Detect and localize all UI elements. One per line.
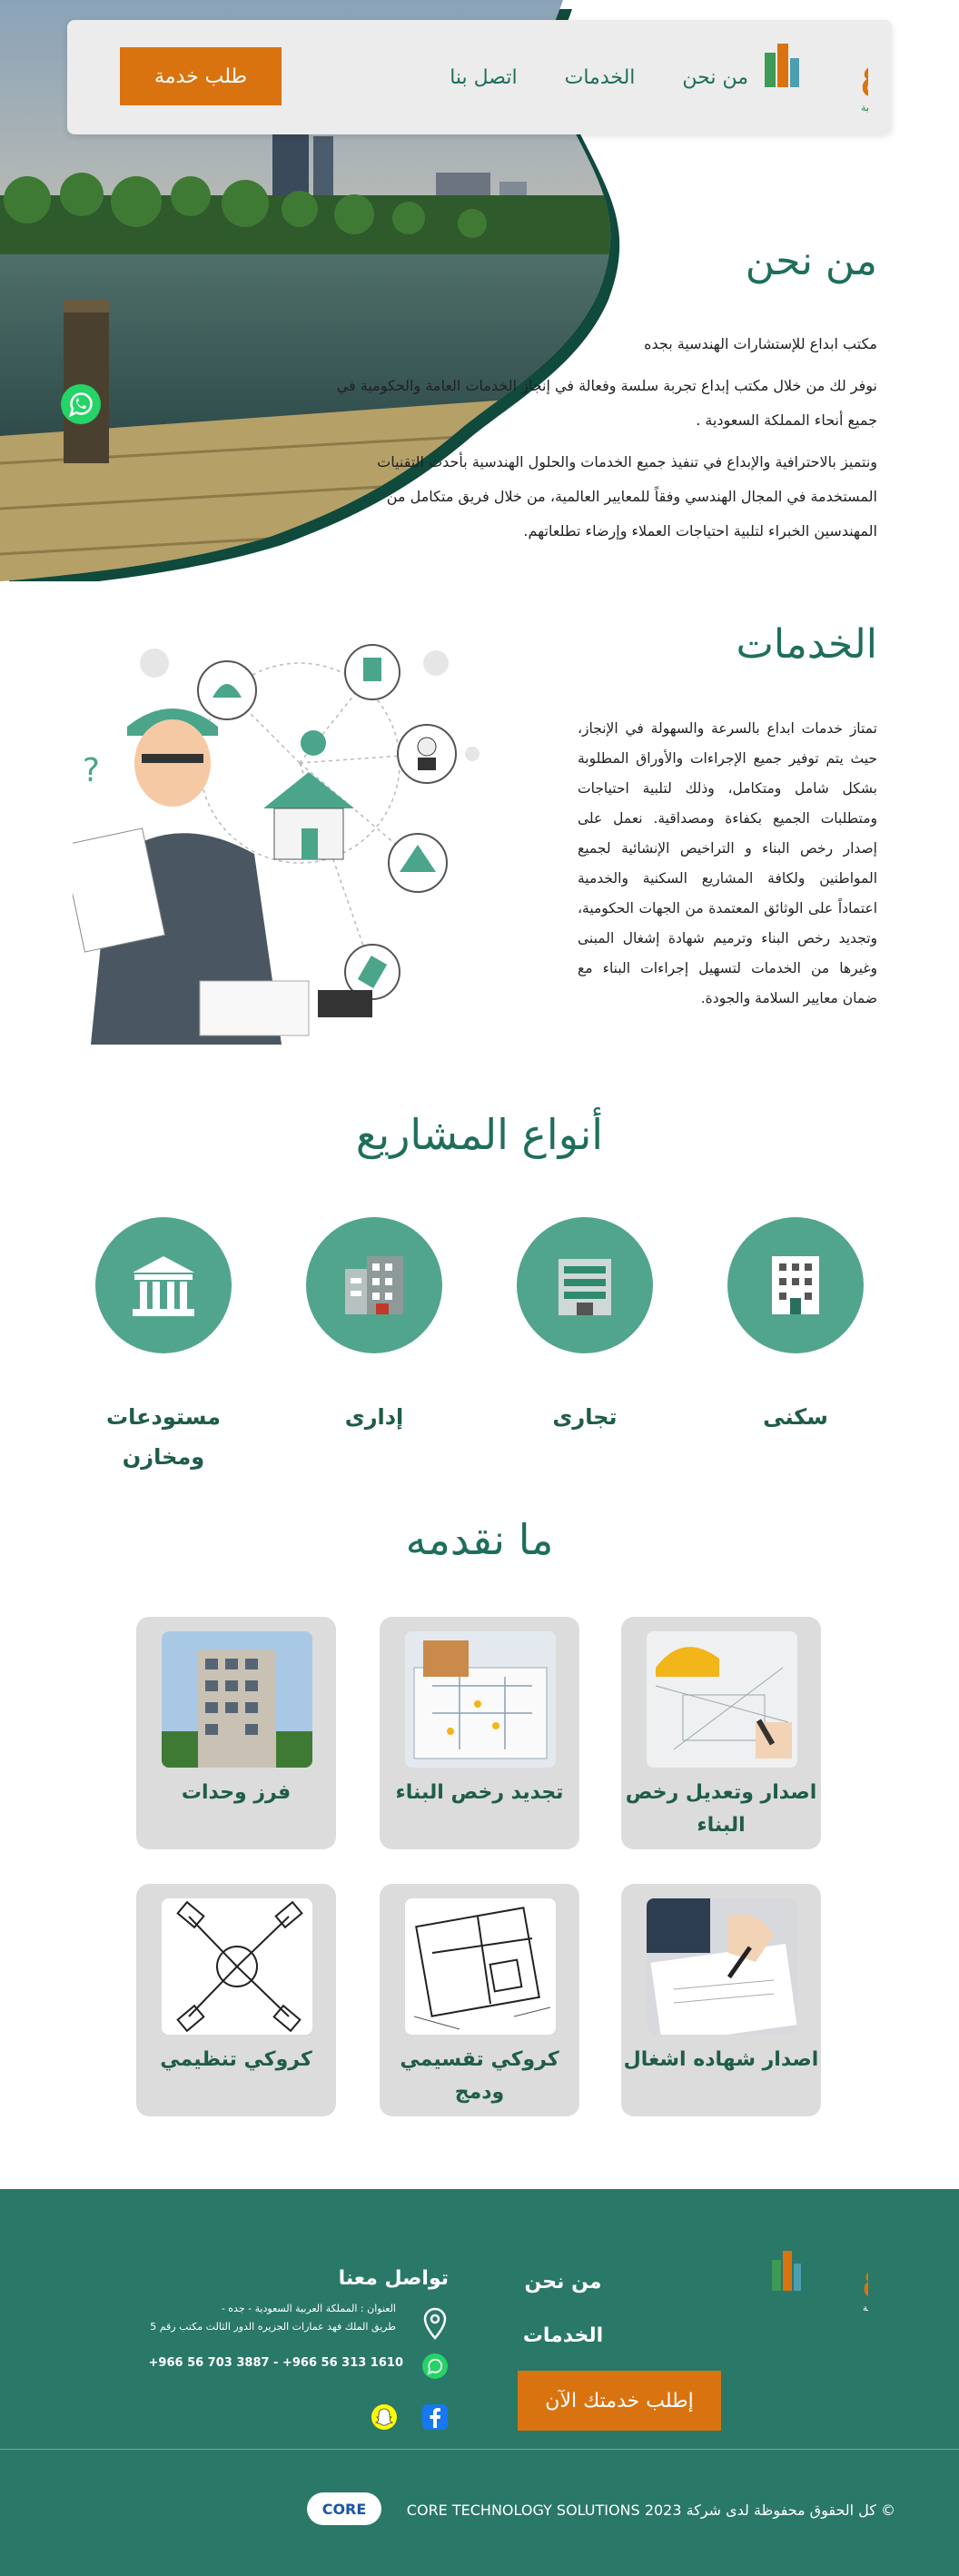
commercial-building-icon <box>517 1217 653 1353</box>
contact-phones[interactable]: +966 56 703 3887 - +966 56 313 1610 <box>149 2356 403 2370</box>
project-type-label: تجارى <box>552 1404 618 1430</box>
offer-card-occupancy-certificate[interactable]: اصدار شهاده اشغال <box>621 1884 821 2116</box>
request-service-button[interactable]: طلب خدمة <box>120 47 282 105</box>
office-building-icon <box>306 1217 442 1353</box>
project-type-commercial[interactable]: تجارى <box>512 1217 657 1437</box>
footer-nav: من نحن الخدمات <box>472 2271 654 2378</box>
project-types-title: أنواع المشاريع <box>355 1110 604 1159</box>
project-type-label: سكنى <box>763 1404 828 1430</box>
about-title: من نحن <box>745 238 877 284</box>
contact-address: العنوان : المملكة العربية السعودية - جده… <box>124 2300 396 2336</box>
whatsapp-icon[interactable] <box>60 383 102 425</box>
construction-plan-image <box>405 1631 556 1768</box>
architect-blueprint-image <box>647 1631 797 1768</box>
footer-services-link[interactable]: الخدمات <box>472 2324 654 2347</box>
offerings-title: ما نقدمه <box>405 1515 554 1564</box>
footer-logo-subtext: للإستشارات الهندسية <box>863 2304 868 2313</box>
logo-subtext: للإستشارات الهندسية <box>861 102 868 114</box>
offer-label: اصدار شهاده اشغال <box>623 2048 819 2071</box>
whatsapp-icon[interactable] <box>421 2353 449 2380</box>
snapchat-icon[interactable] <box>371 2403 398 2431</box>
about-paragraph-3: ونتميز بالاحترافية والإبداع في تنفيذ جمي… <box>377 453 877 540</box>
project-type-residential[interactable]: سكنى <box>723 1217 868 1437</box>
nav-about-link[interactable]: من نحن <box>682 66 748 89</box>
offer-label: فرز وحدات <box>181 1781 292 1804</box>
offer-card-regulatory-sketch[interactable]: كروكي تنظيمي <box>136 1884 336 2116</box>
signing-document-image <box>647 1898 797 2035</box>
svg-text:?: ? <box>83 752 100 789</box>
offer-label: كروكي تنظيمي <box>160 2048 312 2071</box>
tools-sketch-image <box>162 1898 312 2035</box>
offer-label: اصدار وتعديل رخص البناء <box>625 1781 817 1837</box>
project-type-warehouse[interactable]: مستودعات ومخازن <box>91 1217 236 1477</box>
floor-plan-sketch-image <box>405 1898 556 2035</box>
footer-logo[interactable]: إبداع للإستشارات الهندسية <box>768 2240 868 2322</box>
offer-card-permit-renewal[interactable]: تجديد رخص البناء <box>380 1617 579 1849</box>
residential-building-icon <box>727 1217 864 1353</box>
about-paragraph-1: مكتب ابداع للإستشارات الهندسية بجده <box>644 335 877 352</box>
apartment-building-image <box>162 1631 312 1768</box>
navbar: إبداع للإستشارات الهندسية من نحن الخدمات… <box>67 20 892 134</box>
footer: إبداع للإستشارات الهندسية من نحن الخدمات… <box>0 2189 959 2576</box>
project-type-administrative[interactable]: إدارى <box>302 1217 447 1437</box>
services-title: الخدمات <box>736 621 877 668</box>
offer-label: كروكي تقسيمي ودمج <box>400 2048 559 2104</box>
about-paragraph-2: نوفر لك من خلال مكتب إبداع تجربة سلسة وف… <box>336 377 877 429</box>
address-line-2: طريق الملك فهد عمارات الجزيره الدور الثا… <box>150 2321 396 2333</box>
location-pin-icon <box>423 2307 447 2340</box>
footer-request-service-button[interactable]: إطلب خدمتك الآن <box>518 2371 721 2431</box>
core-logo-badge[interactable]: CORE <box>307 2492 381 2525</box>
copyright-text: © كل الحقوق محفوظة لدى شركة 2023 CORE TE… <box>406 2502 895 2519</box>
engineer-illustration: ? <box>73 644 480 1045</box>
services-text: تمتاز خدمات ابداع بالسرعة والسهولة في ال… <box>578 720 877 1006</box>
logo-text: إبداع <box>861 51 868 98</box>
hero-section: إبداع للإستشارات الهندسية من نحن الخدمات… <box>0 0 959 581</box>
address-line-1: العنوان : المملكة العربية السعودية - جده… <box>221 2303 396 2314</box>
footer-divider <box>0 2449 959 2450</box>
footer-logo-text: إبداع <box>863 2255 868 2299</box>
brand-logo[interactable]: إبداع للإستشارات الهندسية <box>759 33 868 124</box>
nav-contact-link[interactable]: اتصل بنا <box>450 66 517 89</box>
contact-title: تواصل معنا <box>338 2267 449 2290</box>
offer-card-units-sorting[interactable]: فرز وحدات <box>136 1617 336 1849</box>
project-type-label: إدارى <box>344 1404 404 1430</box>
offer-card-division-sketch[interactable]: كروكي تقسيمي ودمج <box>380 1884 579 2116</box>
footer-about-link[interactable]: من نحن <box>472 2271 654 2294</box>
project-type-label: مستودعات ومخازن <box>106 1404 221 1470</box>
offer-card-permit-issue[interactable]: اصدار وتعديل رخص البناء <box>621 1617 821 1849</box>
nav-links: من نحن الخدمات اتصل بنا <box>402 20 748 134</box>
warehouse-icon <box>95 1217 232 1353</box>
about-text: مكتب ابداع للإستشارات الهندسية بجده نوفر… <box>332 327 877 556</box>
facebook-icon[interactable] <box>421 2403 449 2431</box>
nav-services-link[interactable]: الخدمات <box>565 66 636 89</box>
offer-label: تجديد رخص البناء <box>395 1781 564 1804</box>
